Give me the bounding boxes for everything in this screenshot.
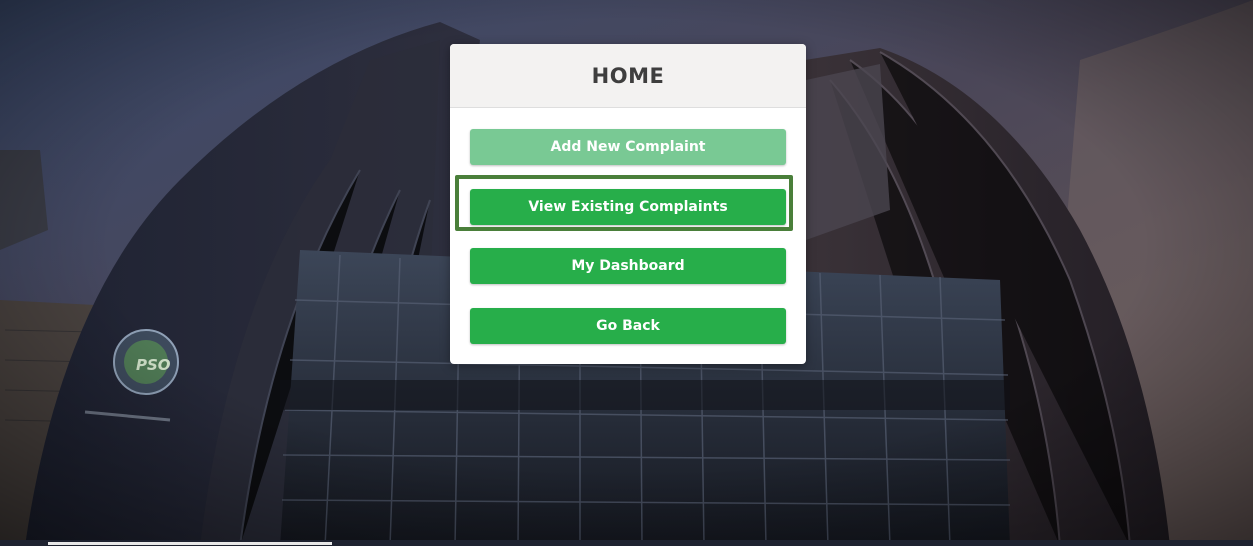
add-new-complaint-button[interactable]: Add New Complaint	[470, 129, 786, 165]
go-back-button[interactable]: Go Back	[470, 308, 786, 344]
card-body: Add New Complaint View Existing Complain…	[450, 108, 806, 364]
bottom-bar	[0, 540, 1253, 546]
app-viewport: PSO	[0, 0, 1253, 546]
page-title: HOME	[591, 63, 665, 88]
card-header: HOME	[450, 44, 806, 108]
bottom-bar-segment	[48, 542, 332, 545]
my-dashboard-button[interactable]: My Dashboard	[470, 248, 786, 284]
selection-highlight	[455, 175, 793, 231]
